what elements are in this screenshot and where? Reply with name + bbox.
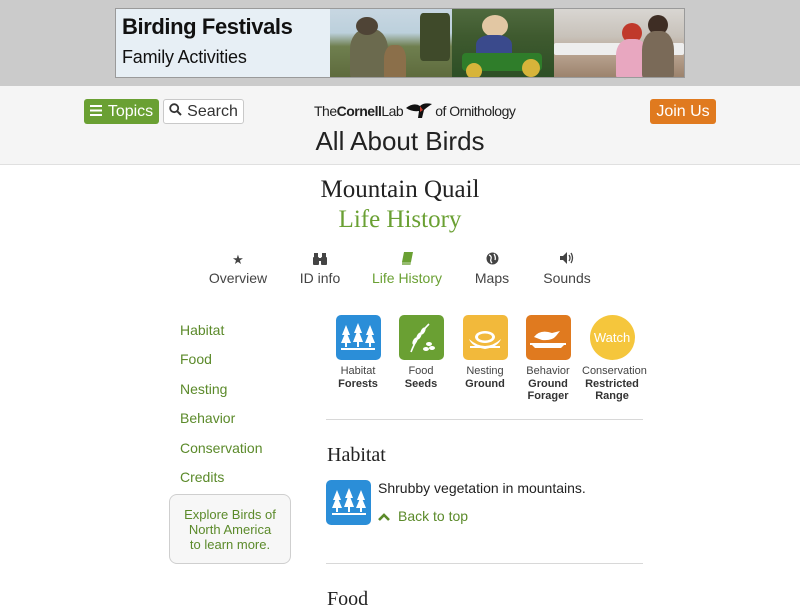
section-divider <box>326 563 643 564</box>
cornell-lab-logo[interactable]: The Cornell Lab of Ornithology <box>314 100 516 123</box>
explore-birds-link[interactable]: Explore Birds of North America to learn … <box>169 494 291 564</box>
tab-id-info[interactable]: ID info <box>294 252 346 286</box>
back-to-top-link[interactable]: Back to top <box>378 508 468 524</box>
quicklink-habitat[interactable]: Habitat Forests <box>328 315 388 390</box>
tab-overview-label: Overview <box>208 270 268 286</box>
tab-sounds-label: Sounds <box>543 270 591 286</box>
ad-banner[interactable]: Birding Festivals Family Activities <box>115 8 685 78</box>
quicklink-nesting[interactable]: Nesting Ground <box>455 315 515 390</box>
site-header: Topics Search The Cornell Lab of Ornitholo… <box>0 86 800 165</box>
sidebar-item-behavior[interactable]: Behavior <box>180 408 300 437</box>
logo-text-of-ornithology: of Ornithology <box>435 103 516 119</box>
menu-icon <box>89 103 102 121</box>
quicklink-behavior-value-2: Forager <box>527 390 569 402</box>
globe-icon <box>470 252 514 268</box>
quicklink-habitat-label: Habitat <box>340 365 376 377</box>
ad-photo-child-tractor <box>452 9 555 77</box>
quicklink-conservation-value-1: Restricted <box>585 378 639 390</box>
sidebar-item-conservation[interactable]: Conservation <box>180 438 300 467</box>
explore-line-2: North America <box>188 522 272 537</box>
forest-icon <box>335 315 381 360</box>
quicklink-food[interactable]: Food Seeds <box>391 315 451 390</box>
bird-logo-icon <box>404 100 434 123</box>
habitat-heading: Habitat <box>327 444 386 466</box>
topics-button[interactable]: Topics <box>84 99 159 124</box>
chevron-up-icon <box>378 508 390 524</box>
watch-badge: Watch <box>589 315 635 360</box>
explore-line-1: Explore Birds of <box>184 507 276 522</box>
join-us-button[interactable]: Join Us <box>650 99 716 124</box>
book-icon <box>370 252 444 268</box>
tab-id-info-label: ID info <box>299 270 341 286</box>
speaker-icon <box>540 252 594 268</box>
back-to-top-label: Back to top <box>398 508 469 524</box>
ground-forager-icon <box>525 315 571 360</box>
life-history-sidebar: Habitat Food Nesting Behavior Conservati… <box>180 320 300 496</box>
quicklink-behavior[interactable]: Behavior Ground Forager <box>518 315 578 402</box>
quicklink-behavior-value-1: Ground <box>528 378 568 390</box>
quicklink-behavior-label: Behavior <box>526 365 570 377</box>
quicklink-conservation[interactable]: Watch Conservation Restricted Range <box>582 315 647 402</box>
logo-text-cornell: Cornell <box>336 103 382 119</box>
tab-overview[interactable]: ★ Overview <box>200 252 276 286</box>
logo-text-the: The <box>314 103 337 119</box>
search-icon <box>169 102 182 121</box>
quicklink-conservation-label: Conservation <box>582 365 647 377</box>
tab-maps-label: Maps <box>474 270 510 286</box>
ad-banner-subtitle: Family Activities <box>122 47 247 67</box>
tab-sounds[interactable]: Sounds <box>540 252 594 286</box>
forest-icon <box>326 480 371 525</box>
sidebar-item-nesting[interactable]: Nesting <box>180 379 300 408</box>
sidebar-item-habitat[interactable]: Habitat <box>180 320 300 349</box>
binoculars-icon <box>294 252 346 268</box>
search-button[interactable]: Search <box>163 99 244 124</box>
sidebar-item-food[interactable]: Food <box>180 349 300 378</box>
quicklink-nesting-label: Nesting <box>466 365 504 377</box>
ad-photo-snow-geese <box>554 9 684 77</box>
site-title[interactable]: All About Birds <box>0 126 800 157</box>
star-icon: ★ <box>232 252 244 267</box>
quicklink-food-label: Food <box>408 365 434 377</box>
quicklink-nesting-value: Ground <box>465 378 505 390</box>
quicklink-food-value: Seeds <box>404 378 438 390</box>
explore-line-3: to learn more. <box>189 537 271 552</box>
nest-icon <box>462 315 508 360</box>
species-tabs: ★ Overview ID info Life History Maps Sou… <box>200 252 600 292</box>
species-name: Mountain Quail <box>320 176 480 203</box>
topics-label: Topics <box>107 102 154 120</box>
ad-photo-birdwatchers <box>329 9 453 77</box>
tab-life-history-label: Life History <box>371 270 443 286</box>
sidebar-item-credits[interactable]: Credits <box>180 467 300 496</box>
tab-life-history[interactable]: Life History <box>370 252 444 286</box>
quicklink-conservation-value-2: Range <box>595 390 629 402</box>
quicklink-habitat-value: Forests <box>338 378 378 390</box>
ad-banner-text: Birding Festivals Family Activities <box>116 9 330 77</box>
logo-text-lab: Lab <box>381 103 404 119</box>
tab-maps[interactable]: Maps <box>470 252 514 286</box>
section-divider <box>326 419 643 420</box>
ad-banner-bar: Birding Festivals Family Activities <box>0 0 800 86</box>
ad-banner-title: Birding Festivals <box>122 14 293 39</box>
seeds-icon <box>398 315 444 360</box>
section-title: Life History <box>338 206 462 233</box>
search-label: Search <box>187 102 238 120</box>
habitat-description: Shrubby vegetation in mountains. <box>378 480 586 496</box>
